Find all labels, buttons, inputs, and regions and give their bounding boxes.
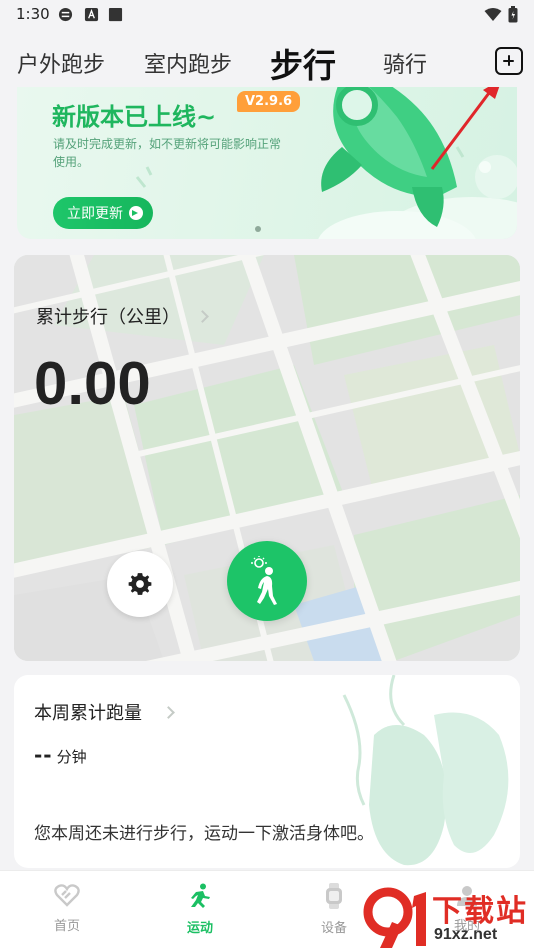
update-banner[interactable]: 新版本已上线~ V2.9.6 请及时完成更新，如不更新将可能影响正常使用。 立即… [17, 87, 517, 239]
chevron-right-icon [196, 309, 209, 323]
tab-cycling[interactable]: 骑行 [383, 38, 427, 88]
status-bar: 1:30 [0, 0, 534, 30]
total-walking-label: 累计步行（公里） [36, 307, 180, 328]
sport-type-tabs: 户外跑步 室内跑步 步行 骑行 [0, 38, 534, 88]
watermark-url: 91xz.net [434, 926, 498, 943]
battery-icon [508, 6, 518, 23]
tab-indoor-run[interactable]: 室内跑步 [144, 38, 232, 88]
vpn-icon [58, 7, 73, 22]
weekly-title: 本周累计跑量 [34, 703, 142, 724]
banner-title: 新版本已上线~ [52, 103, 217, 131]
arrow-right-icon [129, 206, 143, 220]
weekly-message: 您本周还未进行步行，运动一下激活身体吧。 [34, 824, 374, 844]
banner-description: 请及时完成更新，如不更新将可能影响正常使用。 [53, 137, 282, 169]
square-notification-icon [108, 7, 123, 22]
home-heart-icon [54, 884, 80, 907]
weekly-value-row: -- 分钟 [34, 743, 87, 767]
version-badge: V2.9.6 [237, 91, 301, 112]
banner-page-indicator [255, 226, 261, 232]
update-now-label: 立即更新 [67, 206, 123, 222]
nav-sport[interactable]: 运动 [160, 883, 240, 936]
chevron-right-icon [162, 705, 175, 719]
status-right [484, 6, 518, 23]
watch-icon [326, 883, 342, 909]
app-notification-icon [84, 7, 99, 22]
nav-device-label: 设备 [320, 921, 347, 936]
add-button[interactable] [495, 47, 523, 75]
site-watermark: 下载站 91xz.net [362, 886, 534, 950]
weekly-summary-card: 本周累计跑量 -- 分钟 您本周还未进行步行，运动一下激活身体吧。 [14, 675, 520, 868]
status-time: 1:30 [16, 5, 50, 23]
nav-home-label: 首页 [53, 919, 80, 934]
running-person-icon [191, 883, 210, 908]
walking-map-card: 累计步行（公里） 0.00 [14, 255, 520, 661]
weekly-value: -- [34, 743, 53, 767]
wifi-icon [484, 8, 502, 21]
tab-outdoor-run[interactable]: 户外跑步 [17, 38, 105, 88]
watermark-title: 下载站 [432, 894, 528, 929]
watermark-logo [363, 887, 426, 948]
walking-person-icon [251, 556, 277, 605]
total-walking-value: 0.00 [34, 350, 151, 417]
settings-button[interactable] [107, 551, 173, 617]
nav-home[interactable]: 首页 [27, 883, 107, 934]
weekly-unit: 分钟 [56, 748, 87, 766]
gear-icon [128, 573, 152, 595]
weekly-title-row[interactable]: 本周累计跑量 [34, 699, 175, 725]
update-now-button[interactable]: 立即更新 [53, 197, 153, 229]
start-walking-button[interactable] [227, 541, 307, 621]
tab-walking[interactable]: 步行 [270, 38, 336, 88]
nav-sport-label: 运动 [186, 921, 213, 936]
total-walking-label-row[interactable]: 累计步行（公里） [36, 303, 209, 329]
